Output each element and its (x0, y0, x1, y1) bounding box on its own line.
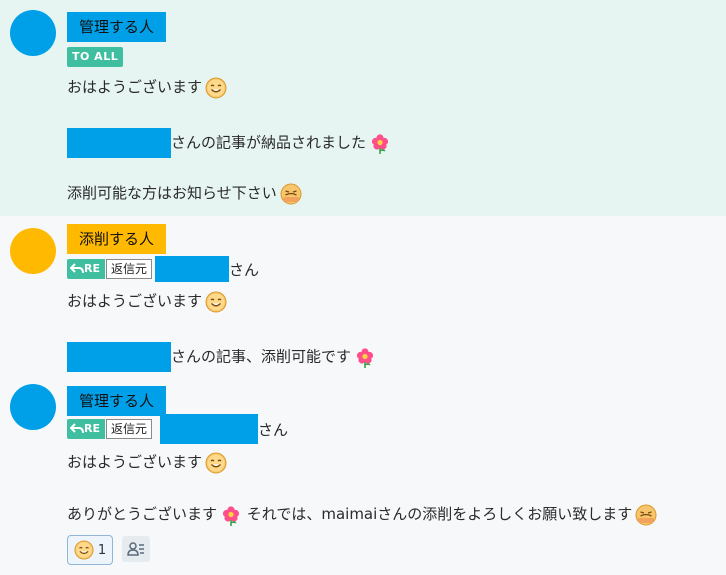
message-line: おはようございます (67, 450, 227, 474)
reaction-button[interactable]: 1 (67, 535, 113, 565)
message-item: 添削する人 RE 返信元 さん おはようございます さんの記事、添削可能です (0, 216, 726, 376)
avatar[interactable] (10, 228, 56, 274)
smile-emoji-icon (205, 451, 227, 474)
message-text: 添削可能な方はお知らせ下さい (67, 184, 277, 202)
message-text: それでは、maimaiさんの添削をよろしくお願い致します (246, 505, 633, 523)
smile-emoji-icon (205, 290, 227, 313)
exhausted-emoji-icon (280, 182, 302, 205)
message-text: おはようございます (67, 453, 203, 471)
message-item: 管理する人 RE 返信元 さん おはようございます ありがとうございます それで… (0, 376, 726, 575)
sender-name[interactable]: 管理する人 (67, 12, 167, 42)
message-text: ありがとうございます (67, 505, 218, 523)
reply-badge[interactable]: RE (67, 419, 105, 439)
reply-source-link[interactable]: 返信元 (105, 419, 152, 439)
message-text: さんの記事が納品されました (171, 133, 367, 152)
message-line: ありがとうございます それでは、maimaiさんの添削をよろしくお願い致します (67, 502, 657, 526)
smile-emoji-icon (74, 540, 94, 560)
reply-to-suffix: さん (229, 260, 260, 279)
avatar[interactable] (10, 384, 56, 430)
message-text: さんの記事、添削可能です (171, 347, 352, 366)
flower-emoji-icon (356, 347, 374, 368)
exhausted-emoji-icon (635, 503, 657, 526)
reply-badge-label: RE (84, 262, 100, 275)
redacted-name (160, 414, 258, 444)
reply-badge[interactable]: RE (67, 259, 105, 279)
sender-name[interactable]: 管理する人 (67, 386, 167, 416)
smile-emoji-icon (205, 76, 227, 99)
reaction-count: 1 (97, 542, 107, 558)
reply-arrow-icon (70, 263, 84, 274)
message-item: 管理する人 TO ALL おはようございます さんの記事が納品されました 添削可… (0, 0, 726, 216)
reaction-members-button[interactable] (122, 536, 150, 562)
flower-emoji-icon (222, 505, 240, 526)
redacted-name (155, 256, 229, 282)
reply-badge-label: RE (84, 422, 100, 435)
flower-emoji-icon (371, 133, 389, 154)
message-text: おはようございます (67, 78, 203, 96)
message-line: さんの記事、添削可能です (67, 342, 376, 372)
avatar[interactable] (10, 10, 56, 56)
reply-source-link[interactable]: 返信元 (105, 259, 152, 279)
reply-header: RE 返信元 さん (67, 414, 289, 444)
member-list-icon (127, 542, 144, 556)
sender-name[interactable]: 添削する人 (67, 224, 167, 254)
message-line: おはようございます (67, 289, 227, 313)
reply-to-suffix: さん (258, 420, 289, 439)
to-all-badge: TO ALL (67, 47, 124, 67)
redacted-name (67, 128, 171, 158)
message-text: おはようございます (67, 292, 203, 310)
redacted-name (67, 342, 171, 372)
reply-arrow-icon (70, 423, 84, 434)
reply-header: RE 返信元 さん (67, 256, 260, 282)
message-line: 添削可能な方はお知らせ下さい (67, 181, 302, 205)
message-line: さんの記事が納品されました (67, 128, 391, 158)
message-line: おはようございます (67, 75, 227, 99)
